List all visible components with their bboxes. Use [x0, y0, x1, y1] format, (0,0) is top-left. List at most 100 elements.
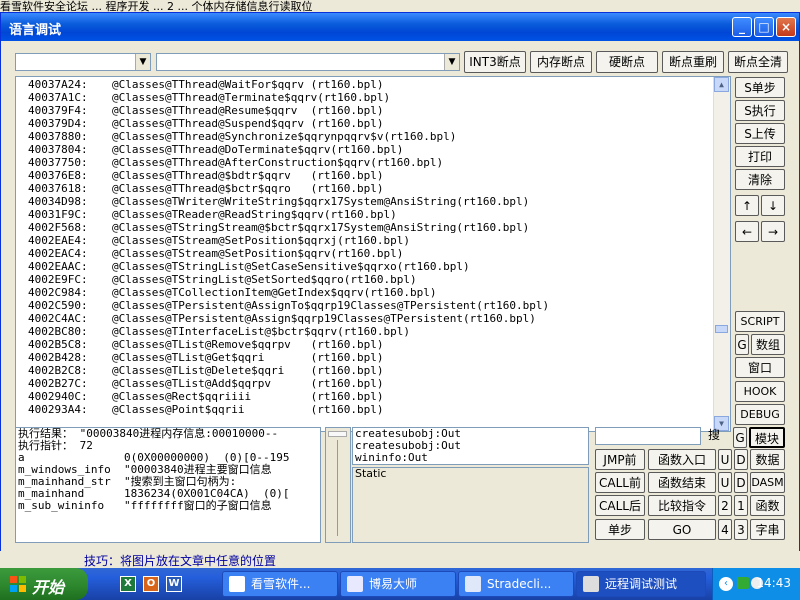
jmp-prev-button[interactable]: JMP前 — [595, 449, 645, 470]
hardware-breakpoint-button[interactable]: 硬断点 — [596, 51, 658, 73]
disasm-row[interactable]: 4002C4AC: @Classes@TPersistent@Assign$qqr… — [28, 312, 549, 325]
splitter-thumb[interactable] — [328, 431, 347, 437]
disasm-row[interactable]: 40037880: @Classes@TThread@Synchronize$qq… — [28, 130, 549, 143]
arrow-down-button[interactable]: ↓ — [761, 195, 785, 216]
scroll-thumb[interactable] — [715, 325, 728, 333]
go-button[interactable]: GO — [648, 519, 716, 540]
disasm-row[interactable]: 400379F4: @Classes@TThread@Resume$qqrv (r… — [28, 104, 549, 117]
disasm-address: 4002B2C8: — [28, 364, 88, 377]
module-combo[interactable]: ▼ — [15, 53, 151, 71]
call-next-button[interactable]: CALL后 — [595, 495, 645, 516]
maximize-icon[interactable]: □ — [754, 17, 774, 37]
num-2-button[interactable]: 2 — [718, 495, 732, 516]
task-remote-debug[interactable]: 远程调试测试 — [576, 571, 706, 597]
int3-breakpoint-button[interactable]: INT3断点 — [464, 51, 526, 73]
u1-button[interactable]: U — [718, 449, 732, 470]
disasm-row[interactable]: 40037A1C: @Classes@TThread@Terminate$qqrv… — [28, 91, 549, 104]
minimize-icon[interactable]: _ — [732, 17, 752, 37]
disasm-row[interactable]: 400293A4: @Classes@Point$qqrii (rt160.bpl… — [28, 403, 549, 416]
function-end-button[interactable]: 函数结束 — [648, 472, 716, 493]
disasm-row[interactable]: 4002B428: @Classes@TList@Get$qqri (rt160.… — [28, 351, 549, 364]
call-list-item[interactable]: wininfo:Out — [353, 452, 588, 464]
disasm-row[interactable]: 40037A24: @Classes@TThread@WaitFor$qqrv (… — [28, 78, 549, 91]
close-icon[interactable]: × — [776, 17, 796, 37]
disassembly-scrollbar[interactable]: ▲ ▼ — [713, 77, 730, 431]
breakpoint-clear-all-button[interactable]: 断点全清 — [728, 51, 788, 73]
disasm-row[interactable]: 40031F9C: @Classes@TReader@ReadString$qqr… — [28, 208, 549, 221]
task-kanxue[interactable]: 看雪软件... — [222, 571, 338, 597]
task-boyi[interactable]: 博易大师 — [340, 571, 456, 597]
title-bar[interactable]: 语言调试 _ □ × — [1, 13, 799, 41]
search-button[interactable]: 搜 — [702, 425, 726, 446]
background-tip-text[interactable]: 技巧：将图片放在文章中任意的位置 — [84, 552, 276, 568]
disasm-row[interactable]: 400379D4: @Classes@TThread@Suspend$qqrv (… — [28, 117, 549, 130]
disasm-row[interactable]: 4002B27C: @Classes@TList@Add$qqrpv (rt160… — [28, 377, 549, 390]
print-button[interactable]: 打印 — [735, 146, 785, 167]
disasm-row[interactable]: 4002C590: @Classes@TPersistent@AssignTo$q… — [28, 299, 549, 312]
network-icon[interactable] — [737, 577, 749, 589]
call-list[interactable]: createsubobj:Out createsubobj:Out wininfo:… — [352, 427, 589, 465]
start-button[interactable]: 开始 — [0, 568, 88, 600]
chevron-down-icon[interactable]: ▼ — [444, 54, 459, 70]
hook-button[interactable]: HOOK — [735, 381, 785, 402]
g-module-button[interactable]: G — [733, 427, 747, 448]
disasm-row[interactable]: 4002F568: @Classes@TStringStream@$bctr$qq… — [28, 221, 549, 234]
d2-button[interactable]: D — [734, 472, 748, 493]
disasm-row[interactable]: 4002C984: @Classes@TCollectionItem@GetInd… — [28, 286, 549, 299]
excel-icon[interactable]: X — [120, 576, 136, 592]
disasm-row[interactable]: 40037618: @Classes@TThread@$bctr$qqro (rt… — [28, 182, 549, 195]
disasm-row[interactable]: 4002EAAC: @Classes@TStringList@SetCaseSen… — [28, 260, 549, 273]
scroll-up-icon[interactable]: ▲ — [714, 77, 729, 92]
splitter-scrollbar[interactable] — [325, 427, 351, 543]
chevron-down-icon[interactable]: ▼ — [135, 54, 150, 70]
num-3-button[interactable]: 3 — [734, 519, 748, 540]
disasm-row[interactable]: 4002BC80: @Classes@TInterfaceList@$bctr$q… — [28, 325, 549, 338]
arrow-left-button[interactable]: ← — [735, 221, 759, 242]
d1-button[interactable]: D — [734, 449, 748, 470]
disasm-row[interactable]: 4002B5C8: @Classes@TList@Remove$qqrpv (rt… — [28, 338, 549, 351]
string-button[interactable]: 字串 — [750, 519, 785, 540]
g-array-button[interactable]: G — [735, 334, 749, 355]
s-step-button[interactable]: S单步 — [735, 77, 785, 98]
array-button[interactable]: 数组 — [751, 334, 785, 355]
window-button[interactable]: 窗口 — [735, 357, 785, 378]
breakpoint-refresh-button[interactable]: 断点重刷 — [662, 51, 724, 73]
arrow-right-button[interactable]: → — [761, 221, 785, 242]
memory-breakpoint-button[interactable]: 内存断点 — [530, 51, 592, 73]
disasm-row[interactable]: 40037750: @Classes@TThread@AfterConstruct… — [28, 156, 549, 169]
u2-button[interactable]: U — [718, 472, 732, 493]
compare-instruction-button[interactable]: 比较指令 — [648, 495, 716, 516]
disasm-row[interactable]: 40034D98: @Classes@TWriter@WriteString$qq… — [28, 195, 549, 208]
s-exec-button[interactable]: S执行 — [735, 100, 785, 121]
disasm-row[interactable]: 40037804: @Classes@TThread@DoTerminate$qq… — [28, 143, 549, 156]
arrow-up-button[interactable]: ↑ — [735, 195, 759, 216]
disasm-address: 4002C984: — [28, 286, 88, 299]
disassembly-list[interactable]: 40037A24: @Classes@TThread@WaitFor$qqrv (… — [15, 76, 731, 432]
tray-expand-icon[interactable]: ‹ — [719, 577, 733, 591]
call-prev-button[interactable]: CALL前 — [595, 472, 645, 493]
outlook-icon[interactable]: O — [143, 576, 159, 592]
word-icon[interactable]: W — [166, 576, 182, 592]
disasm-row[interactable]: 400376E8: @Classes@TThread@$bdtr$qqrv (rt… — [28, 169, 549, 182]
search-input[interactable] — [595, 427, 701, 445]
disasm-row[interactable]: 4002B2C8: @Classes@TList@Delete$qqri (rt1… — [28, 364, 549, 377]
script-button[interactable]: SCRIPT — [735, 311, 785, 332]
num-4-button[interactable]: 4 — [718, 519, 732, 540]
disasm-row[interactable]: 4002940C: @Classes@Rect$qqriiii (rt160.bp… — [28, 390, 549, 403]
disasm-row[interactable]: 4002EAE4: @Classes@TStream@SetPosition$qq… — [28, 234, 549, 247]
disasm-row[interactable]: 4002E9FC: @Classes@TStringList@SetSorted$… — [28, 273, 549, 286]
function-entry-button[interactable]: 函数入口 — [648, 449, 716, 470]
result-panel[interactable]: 执行结果： "00003840进程内存信息:00010000-- 执行指针： 72… — [15, 427, 321, 543]
s-upload-button[interactable]: S上传 — [735, 123, 785, 144]
clear-button[interactable]: 清除 — [735, 169, 785, 190]
task-stradeclient[interactable]: Stradecli... — [458, 571, 574, 597]
disasm-row[interactable]: 4002EAC4: @Classes@TStream@SetPosition$qq… — [28, 247, 549, 260]
debug-button[interactable]: DEBUG — [735, 404, 785, 425]
num-1-button[interactable]: 1 — [734, 495, 748, 516]
single-step-button[interactable]: 单步 — [595, 519, 645, 540]
data-button[interactable]: 数据 — [750, 449, 785, 470]
module-button[interactable]: 模块 — [749, 427, 785, 448]
function-combo[interactable]: ▼ — [156, 53, 460, 71]
function-button[interactable]: 函数 — [750, 495, 785, 516]
dasm-button[interactable]: DASM — [750, 472, 785, 493]
